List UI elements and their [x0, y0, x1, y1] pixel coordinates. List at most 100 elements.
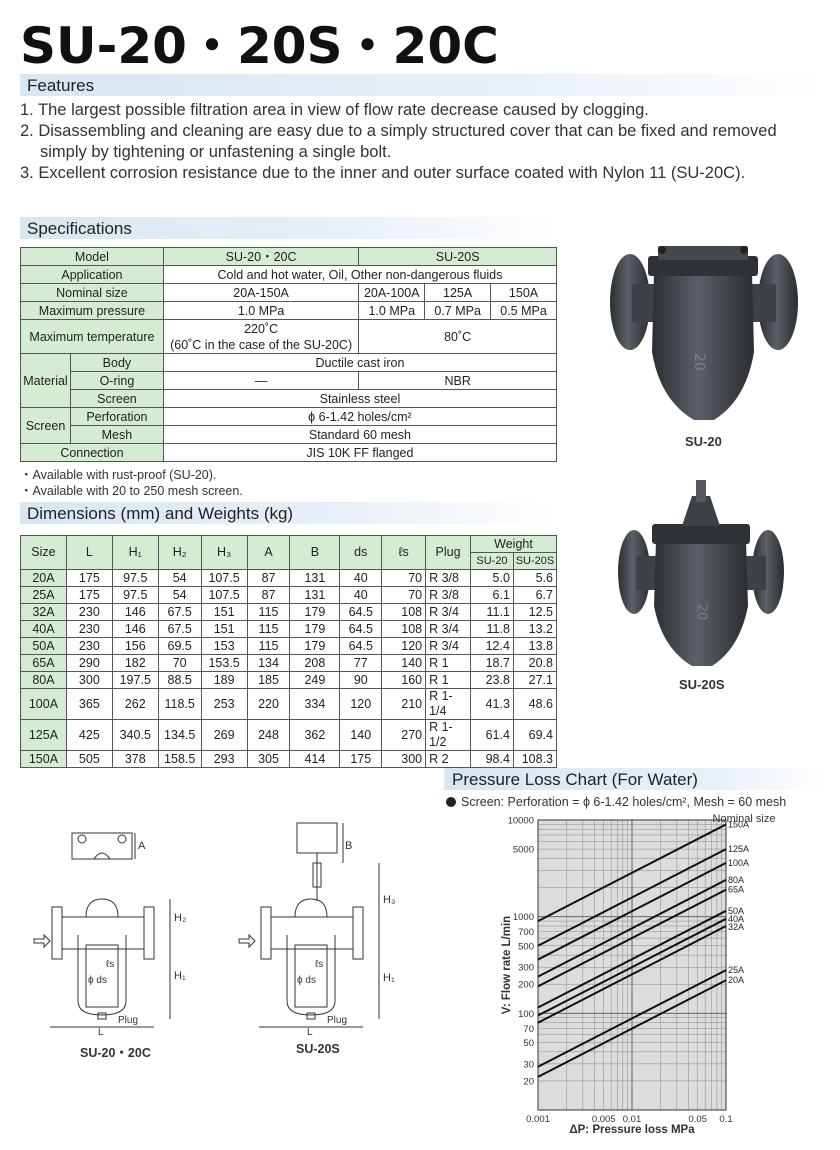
chart-y-tick-label: 50 [523, 1038, 534, 1049]
table-cell: 108 [381, 603, 427, 621]
table-cell: 179 [289, 603, 341, 621]
spec-material-label: Material [20, 353, 71, 408]
specifications-heading: Specifications [20, 217, 557, 239]
table-cell: R 3/4 [425, 620, 472, 638]
cover-dome-outline [85, 898, 119, 918]
su-20s-body-mark: 20 [694, 604, 709, 621]
table-row: 32A 230 146 67.5 151 115 179 64.5 108 R 3/4 11.1 12… [20, 603, 558, 621]
table-cell: 41.3 [470, 688, 514, 720]
chart-x-axis-label: ΔP: Pressure loss MPa [569, 1124, 695, 1136]
table-cell: R 3/8 [425, 586, 472, 604]
dim-head-weight-su20s: SU-20S [512, 552, 558, 570]
spec-nominal-a: 20A-150A [162, 283, 360, 302]
table-row: 125A 425 340.5 134.5 269 248 362 140 270 R 1-1/2 6… [20, 719, 558, 751]
spec-mesh: Standard 60 mesh [162, 425, 558, 444]
chart-series-label: 25A [728, 965, 744, 975]
inlet-flange-outline [260, 906, 272, 960]
table-cell: 11.1 [470, 603, 514, 621]
table-cell: 290 [65, 654, 113, 672]
handle-outline [93, 852, 111, 860]
table-cell: 108.3 [512, 750, 558, 768]
plug-outline [97, 1012, 107, 1020]
table-cell: 270 [381, 719, 427, 751]
table-cell: 40 [339, 569, 383, 587]
spec-oring-b: NBR [358, 371, 557, 390]
chart-series-label: 20A [728, 975, 744, 985]
feature-item-1: 1. The largest possible filtration area … [20, 101, 649, 119]
spec-application-label: Application [20, 265, 164, 284]
dim-head-size: Size [20, 535, 67, 570]
table-cell: 160 [381, 671, 427, 689]
table-cell: 54 [157, 569, 202, 587]
table-cell: 11.8 [470, 620, 514, 638]
chart-heading: Pressure Loss Chart (For Water) [444, 768, 828, 790]
table-cell: 80A [20, 671, 67, 689]
table-cell: 153.5 [200, 654, 248, 672]
dimensions-heading: Dimensions (mm) and Weights (kg) [20, 502, 557, 524]
outlet-flange-outline [352, 906, 364, 960]
table-cell: 88.5 [157, 671, 202, 689]
table-cell: 5.0 [470, 569, 514, 587]
table-cell: R 1 [425, 671, 472, 689]
table-cell: 40A [20, 620, 67, 638]
features-list: 1. The largest possible filtration area … [20, 100, 820, 184]
table-cell: 70 [157, 654, 202, 672]
spec-connection: JIS 10K FF flanged [162, 443, 558, 462]
table-cell: 115 [246, 620, 291, 638]
pipe-outline [270, 916, 354, 950]
spec-temp-b: 80˚C [358, 319, 557, 354]
spec-temp-a2: (60˚C in the case of the SU-20C) [170, 337, 353, 352]
spec-oring-label: O-ring [69, 371, 164, 390]
dim-h1-label: H₁ [174, 970, 186, 982]
spec-perforation-label: Perforation [69, 407, 164, 426]
dim-ds-label: ϕ ds [297, 975, 316, 986]
table-cell: R 3/4 [425, 637, 472, 655]
spec-pressure-b3: 0.5 MPa [490, 301, 557, 320]
table-cell: 54 [157, 586, 202, 604]
table-cell: 146 [111, 603, 159, 621]
pipe-outline [61, 916, 145, 950]
table-cell: 140 [381, 654, 427, 672]
table-cell: 65A [20, 654, 67, 672]
chart-y-axis-label: V: Flow rate L/min [501, 916, 513, 1014]
table-row: 20A 175 97.5 54 107.5 87 131 40 70 R 3/8 5.0 5.6 [20, 569, 558, 587]
bullet-icon [446, 797, 456, 807]
dim-h2-label: H₂ [174, 912, 186, 924]
table-cell: 210 [381, 688, 427, 720]
table-cell: 64.5 [339, 637, 383, 655]
flow-arrow-icon [33, 933, 51, 949]
table-cell: 230 [65, 637, 113, 655]
spec-notes: ・Available with rust-proof (SU-20). ・Ava… [20, 467, 243, 499]
spec-body-label: Body [69, 353, 164, 372]
spec-screen-mat-label: Screen [69, 389, 164, 408]
table-cell: 197.5 [111, 671, 159, 689]
table-cell: 125A [20, 719, 67, 751]
spec-body: Ductile cast iron [162, 353, 558, 372]
table-cell: 108 [381, 620, 427, 638]
chart-y-tick-label: 10000 [508, 816, 534, 827]
su-20-cover-top [658, 246, 748, 260]
su-20-body [652, 272, 754, 420]
dim-head-ds: ds [339, 535, 383, 570]
table-cell: 13.2 [512, 620, 558, 638]
table-cell: 230 [65, 603, 113, 621]
spec-pressure-label: Maximum pressure [20, 301, 164, 320]
table-cell: 249 [289, 671, 341, 689]
dimensions-body: 20A 175 97.5 54 107.5 87 131 40 70 R 3/8 5.0 5.6 25A… [20, 569, 558, 768]
table-row: 150A 505 378 158.5 293 305 414 175 300 R 2 98.4 108… [20, 750, 558, 768]
page-title: SU-20・20S・20C [20, 17, 499, 75]
su-20-photo: 20 [610, 246, 798, 420]
table-cell: 61.4 [470, 719, 514, 751]
table-row: 100A 365 262 118.5 253 220 334 120 210 R 1-1/4 41.… [20, 688, 558, 720]
dim-head-weight: Weight [470, 535, 557, 553]
table-cell: 414 [289, 750, 341, 768]
spec-model-b: SU-20S [358, 247, 557, 266]
chart-series-label: 100A [728, 858, 749, 868]
table-cell: 262 [111, 688, 159, 720]
chart-y-tick-label: 1000 [513, 912, 534, 923]
table-cell: 87 [246, 586, 291, 604]
table-cell: 365 [65, 688, 113, 720]
flow-arrow-icon [238, 933, 256, 949]
plug-label: Plug [118, 1015, 138, 1026]
table-cell: 20.8 [512, 654, 558, 672]
